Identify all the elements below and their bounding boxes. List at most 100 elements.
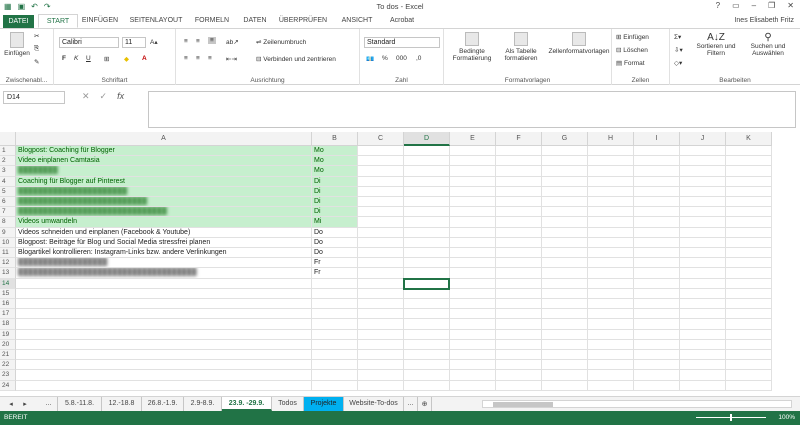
cell-c12[interactable] [358, 258, 404, 269]
cell-h22[interactable] [588, 360, 634, 371]
cell-c13[interactable] [358, 268, 404, 279]
cell-d6[interactable] [404, 197, 450, 208]
tab-datei[interactable]: DATEI [3, 15, 34, 28]
cell-j1[interactable] [680, 146, 726, 157]
cell-i21[interactable] [634, 350, 680, 361]
cell-c10[interactable] [358, 237, 404, 248]
cell-g2[interactable] [542, 156, 588, 167]
cell-a22[interactable] [16, 360, 312, 371]
cell-styles-button[interactable]: Zellenformatvorlagen [548, 32, 610, 55]
cell-f4[interactable] [496, 176, 542, 187]
align-left-icon[interactable]: ≡ [184, 55, 188, 62]
cell-b20[interactable] [312, 339, 358, 350]
font-name-select[interactable]: Calibri [59, 37, 119, 48]
sheet-tab[interactable]: 23.9. -29.9. [222, 397, 272, 411]
cell-k15[interactable] [726, 288, 772, 299]
cell-h18[interactable] [588, 319, 634, 330]
cell-d3[interactable] [404, 166, 450, 177]
scroll-right-icon[interactable]: ▸ [18, 397, 32, 411]
cell-j13[interactable] [680, 268, 726, 279]
cell-h23[interactable] [588, 370, 634, 381]
align-top-icon[interactable]: ≡ [184, 38, 188, 45]
row-header-7[interactable]: 7 [0, 207, 16, 218]
cell-b4[interactable]: Di [312, 176, 358, 187]
sheet-tab[interactable]: 26.8.-1.9. [142, 397, 184, 411]
cell-i11[interactable] [634, 248, 680, 259]
cell-k22[interactable] [726, 360, 772, 371]
cell-j11[interactable] [680, 248, 726, 259]
sheet-tab[interactable]: 5.8.-11.8. [58, 397, 102, 411]
cell-j6[interactable] [680, 197, 726, 208]
cell-k6[interactable] [726, 197, 772, 208]
cell-j3[interactable] [680, 166, 726, 177]
cell-f23[interactable] [496, 370, 542, 381]
cell-d23[interactable] [404, 370, 450, 381]
cut-icon[interactable]: ✂ [34, 32, 39, 40]
cell-j23[interactable] [680, 370, 726, 381]
row-header-9[interactable]: 9 [0, 227, 16, 238]
column-header-d[interactable]: D [404, 132, 450, 146]
row-header-14[interactable]: 14 [0, 278, 16, 289]
tab-seitenlayout[interactable]: SEITENLAYOUT [126, 14, 186, 28]
cell-b17[interactable] [312, 309, 358, 320]
cell-e3[interactable] [450, 166, 496, 177]
cell-j15[interactable] [680, 288, 726, 299]
conditional-format-button[interactable]: Bedingte Formatierung [448, 32, 496, 62]
cell-c4[interactable] [358, 176, 404, 187]
cell-c19[interactable] [358, 329, 404, 340]
cell-b10[interactable]: Do [312, 237, 358, 248]
cell-a9[interactable]: Videos schneiden und einplanen (Facebook… [16, 227, 312, 238]
cell-e5[interactable] [450, 186, 496, 197]
font-size-select[interactable]: 11 [122, 37, 146, 48]
cell-d11[interactable] [404, 248, 450, 259]
cell-h9[interactable] [588, 227, 634, 238]
cell-i13[interactable] [634, 268, 680, 279]
cell-f9[interactable] [496, 227, 542, 238]
cell-e21[interactable] [450, 350, 496, 361]
cell-a6[interactable]: ██████████████████████████ [16, 197, 312, 208]
cell-h4[interactable] [588, 176, 634, 187]
cell-k2[interactable] [726, 156, 772, 167]
tab-formeln[interactable]: FORMELN [192, 14, 232, 28]
cell-c8[interactable] [358, 217, 404, 228]
cell-j8[interactable] [680, 217, 726, 228]
cell-h14[interactable] [588, 278, 634, 289]
cell-b3[interactable]: Mo [312, 166, 358, 177]
sort-filter-button[interactable]: A↓Z Sortieren und Filtern [692, 32, 740, 57]
cell-c7[interactable] [358, 207, 404, 218]
row-header-8[interactable]: 8 [0, 217, 16, 228]
tab-start[interactable]: START [38, 14, 78, 28]
cell-d4[interactable] [404, 176, 450, 187]
cell-g1[interactable] [542, 146, 588, 157]
cell-j18[interactable] [680, 319, 726, 330]
cell-c6[interactable] [358, 197, 404, 208]
cell-h20[interactable] [588, 339, 634, 350]
cell-a5[interactable]: ██████████████████████ [16, 186, 312, 197]
cell-f20[interactable] [496, 339, 542, 350]
cell-h11[interactable] [588, 248, 634, 259]
cell-k14[interactable] [726, 278, 772, 289]
clear-icon[interactable]: ◇▾ [674, 59, 682, 67]
cell-c11[interactable] [358, 248, 404, 259]
cell-a10[interactable]: Blogpost: Beiträge für Blog und Social M… [16, 237, 312, 248]
cell-e20[interactable] [450, 339, 496, 350]
insert-cells-button[interactable]: ⊞ Einfügen [616, 33, 649, 41]
cell-h24[interactable] [588, 380, 634, 391]
cell-e17[interactable] [450, 309, 496, 320]
cell-i17[interactable] [634, 309, 680, 320]
cell-f7[interactable] [496, 207, 542, 218]
cell-d12[interactable] [404, 258, 450, 269]
cell-i14[interactable] [634, 278, 680, 289]
cell-a12[interactable]: ██████████████████ [16, 258, 312, 269]
cell-h1[interactable] [588, 146, 634, 157]
cell-f1[interactable] [496, 146, 542, 157]
cell-i2[interactable] [634, 156, 680, 167]
row-header-11[interactable]: 11 [0, 248, 16, 259]
column-header-j[interactable]: J [680, 132, 726, 146]
cell-c1[interactable] [358, 146, 404, 157]
cell-c9[interactable] [358, 227, 404, 238]
tab-ansicht[interactable]: ANSICHT [336, 14, 378, 28]
cell-e1[interactable] [450, 146, 496, 157]
cell-f6[interactable] [496, 197, 542, 208]
row-header-3[interactable]: 3 [0, 166, 16, 177]
